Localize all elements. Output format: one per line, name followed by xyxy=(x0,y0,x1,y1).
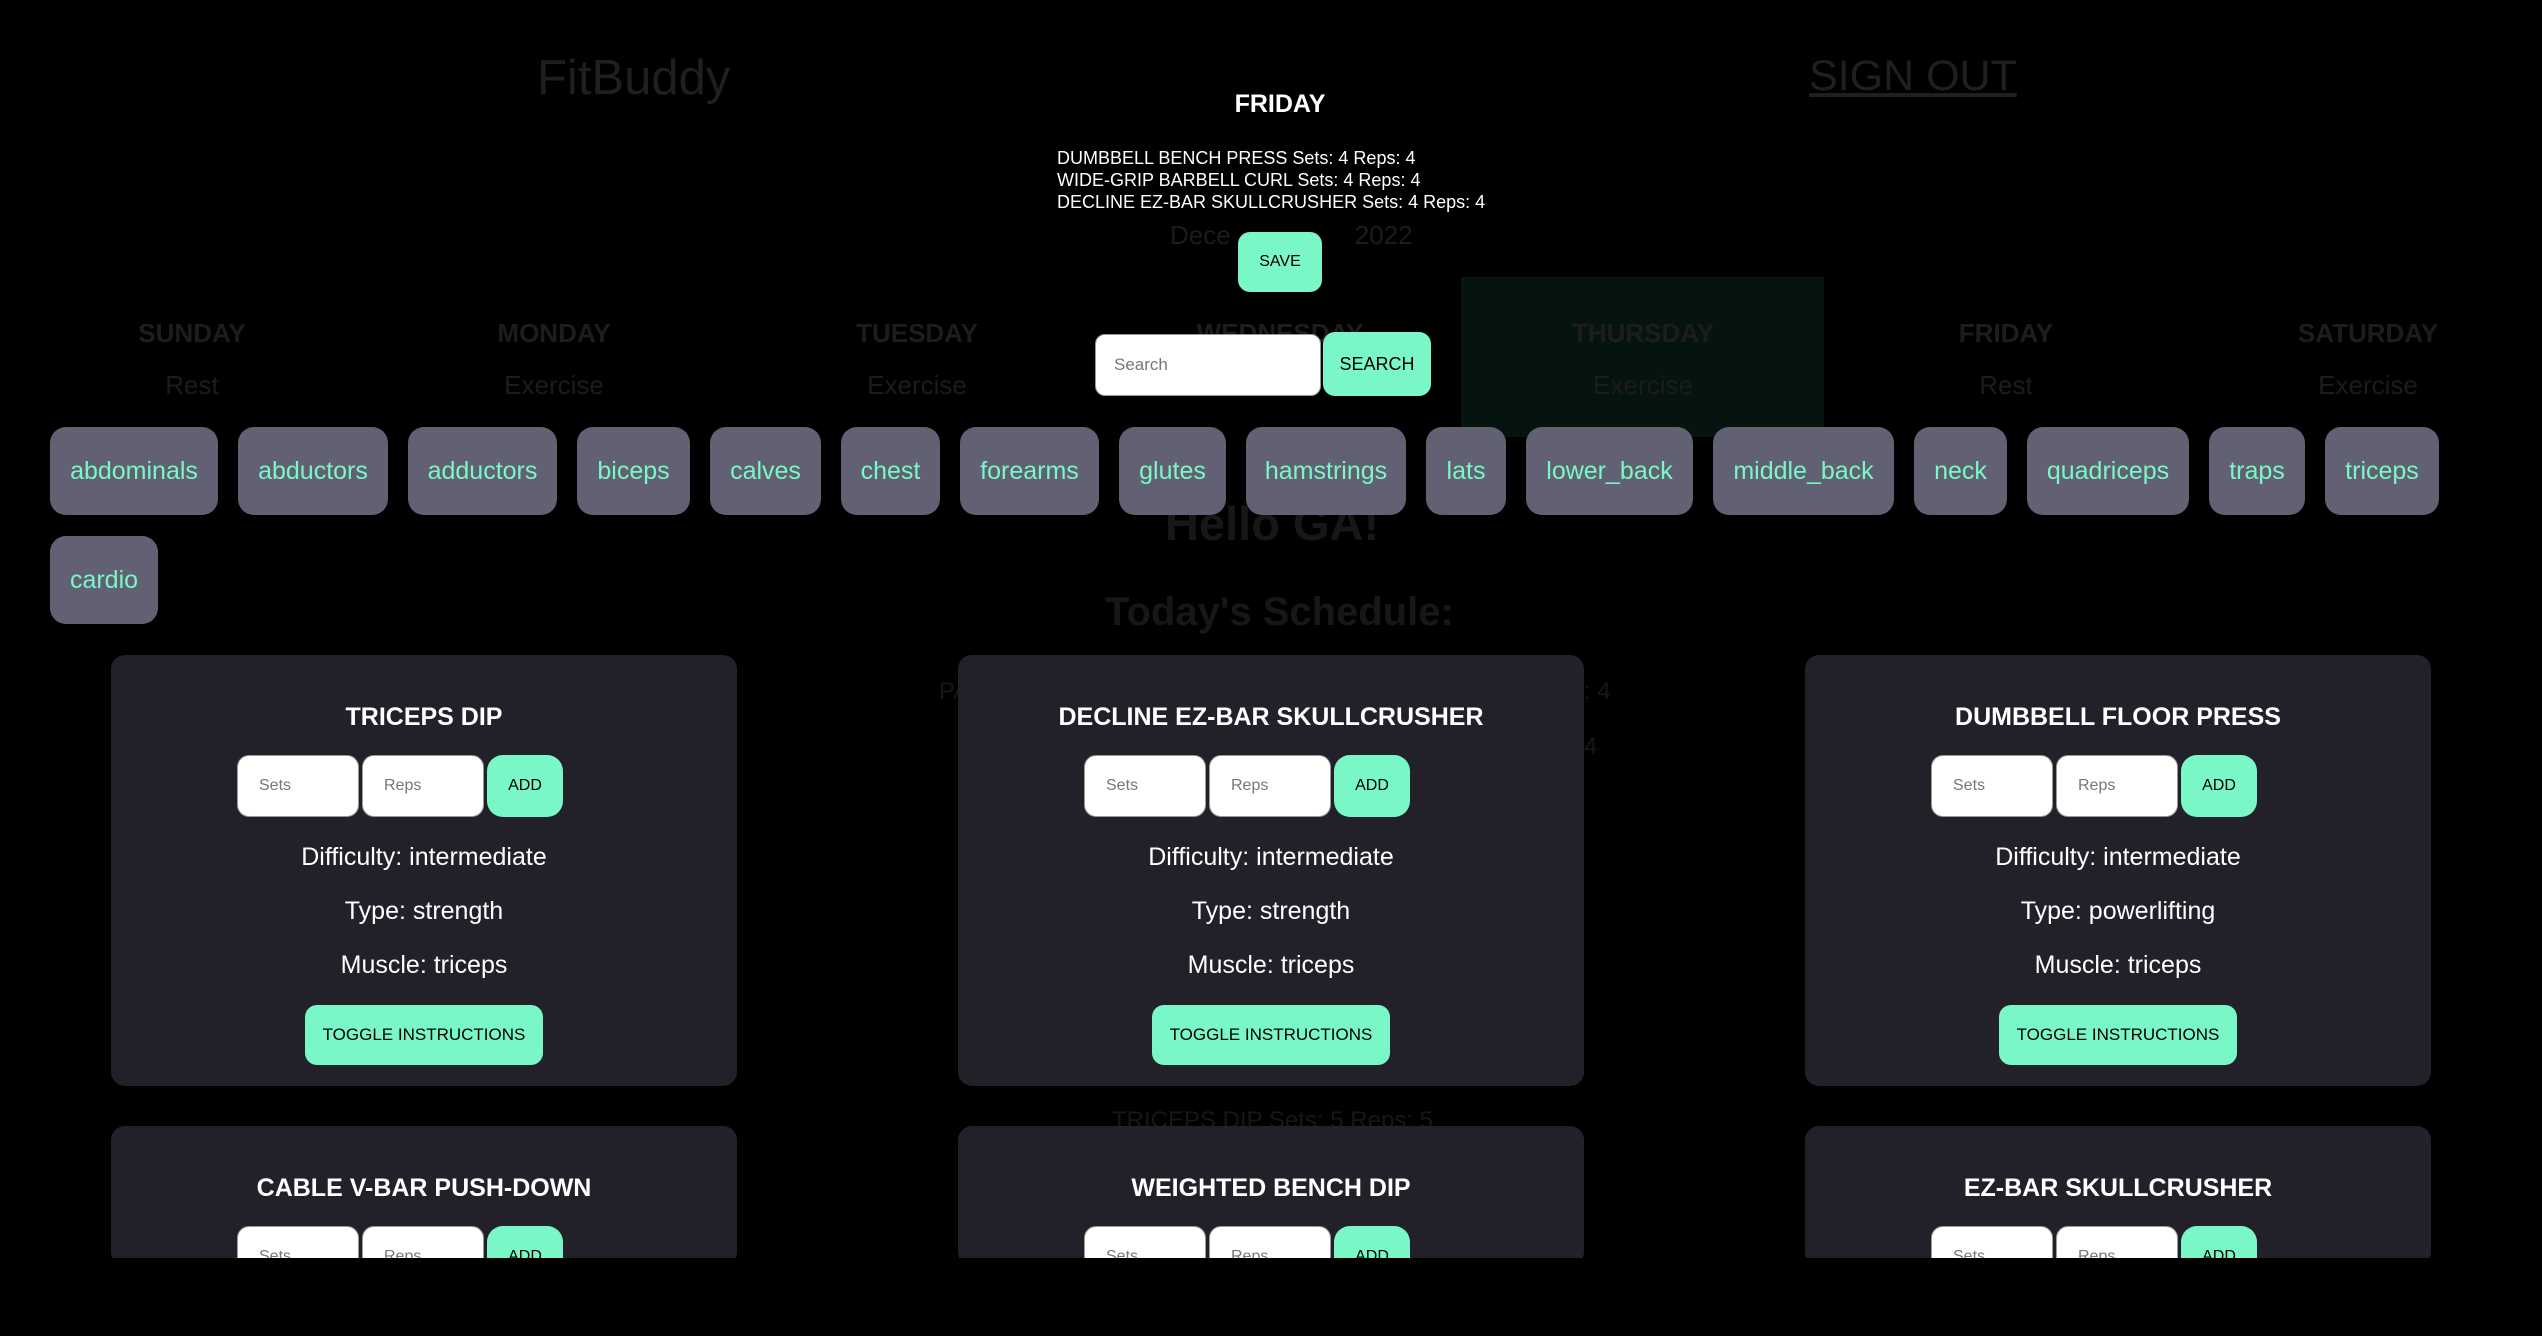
exercise-card: EZ-BAR SKULLCRUSHER ADD xyxy=(1805,1126,2431,1288)
sets-input[interactable] xyxy=(1931,755,2053,817)
exercise-card: WEIGHTED BENCH DIP ADD xyxy=(958,1126,1584,1288)
exercise-card: CABLE V-BAR PUSH-DOWN ADD xyxy=(111,1126,737,1288)
exercise-title: CABLE V-BAR PUSH-DOWN xyxy=(256,1174,592,1202)
muscle-chip-calves[interactable]: calves xyxy=(710,427,821,515)
exercise-muscle: Muscle: triceps xyxy=(1187,951,1355,979)
exercise-card: DECLINE EZ-BAR SKULLCRUSHER ADD Difficul… xyxy=(958,655,1584,1086)
muscle-chip-biceps[interactable]: biceps xyxy=(577,427,690,515)
reps-input[interactable] xyxy=(2056,755,2178,817)
search-button[interactable]: SEARCH xyxy=(1323,332,1431,396)
exercise-title: DUMBBELL FLOOR PRESS xyxy=(1955,703,2281,731)
exercise-title: TRICEPS DIP xyxy=(345,703,503,731)
workout-list-item: WIDE-GRIP BARBELL CURL Sets: 4 Reps: 4 xyxy=(1057,170,1421,190)
sets-input[interactable] xyxy=(237,755,359,817)
exercise-type: Type: strength xyxy=(344,897,504,925)
muscle-chip-abdominals[interactable]: abdominals xyxy=(50,427,218,515)
day-thursday: THURSDAY Exercise xyxy=(1571,318,1715,400)
add-button[interactable]: ADD xyxy=(487,755,563,817)
schedule-heading: Today's Schedule: xyxy=(1105,590,1454,634)
workout-list-item: DECLINE EZ-BAR SKULLCRUSHER Sets: 4 Reps… xyxy=(1057,192,1486,212)
exercise-muscle: Muscle: triceps xyxy=(2034,951,2202,979)
exercise-muscle: Muscle: triceps xyxy=(340,951,508,979)
muscle-chip-triceps[interactable]: triceps xyxy=(2325,427,2439,515)
workout-list-item: DUMBBELL BENCH PRESS Sets: 4 Reps: 4 xyxy=(1057,148,1416,168)
day-monday: MONDAY Exercise xyxy=(497,318,611,400)
day-sunday: SUNDAY Rest xyxy=(138,318,246,400)
exercise-type: Type: powerlifting xyxy=(2020,897,2216,925)
reps-input[interactable] xyxy=(362,755,484,817)
exercise-card: DUMBBELL FLOOR PRESS ADD Difficulty: int… xyxy=(1805,655,2431,1086)
day-saturday: SATURDAY Exercise xyxy=(2297,318,2439,400)
muscle-chip-neck[interactable]: neck xyxy=(1914,427,2007,515)
add-button[interactable]: ADD xyxy=(2181,755,2257,817)
muscle-chip-lower-back[interactable]: lower_back xyxy=(1526,427,1693,515)
workout-list: DUMBBELL BENCH PRESS Sets: 4 Reps: 4 WID… xyxy=(1057,147,1485,213)
muscle-chip-lats[interactable]: lats xyxy=(1426,427,1506,515)
exercise-type: Type: strength xyxy=(1191,897,1351,925)
save-button[interactable]: SAVE xyxy=(1238,232,1322,292)
exercise-difficulty: Difficulty: intermediate xyxy=(1995,843,2241,871)
add-button[interactable]: ADD xyxy=(1334,755,1410,817)
exercise-title: WEIGHTED BENCH DIP xyxy=(1131,1174,1411,1202)
muscle-chip-traps[interactable]: traps xyxy=(2209,427,2305,515)
muscle-chip-chest[interactable]: chest xyxy=(841,427,940,515)
search-input[interactable] xyxy=(1095,334,1321,396)
muscle-chip-hamstrings[interactable]: hamstrings xyxy=(1246,427,1406,515)
exercise-difficulty: Difficulty: intermediate xyxy=(1148,843,1394,871)
exercise-card: TRICEPS DIP ADD Difficulty: intermediate… xyxy=(111,655,737,1086)
muscle-chip-forearms[interactable]: forearms xyxy=(960,427,1099,515)
brand-logo: FitBuddy xyxy=(537,51,731,105)
muscle-chip-adductors[interactable]: adductors xyxy=(408,427,557,515)
exercise-title: EZ-BAR SKULLCRUSHER xyxy=(1963,1174,2273,1202)
toggle-instructions-button[interactable]: TOGGLE INSTRUCTIONS xyxy=(305,1005,543,1065)
muscle-chip-middle-back[interactable]: middle_back xyxy=(1713,427,1894,515)
schedule-fragment: 4 xyxy=(1584,733,1598,760)
reps-input[interactable] xyxy=(1209,755,1331,817)
day-friday: FRIDAY Rest xyxy=(1958,318,2054,400)
sign-out-link: SIGN OUT xyxy=(1809,52,2017,100)
muscle-chip-glutes[interactable]: glutes xyxy=(1119,427,1226,515)
modal-bottom-edge xyxy=(0,1258,2542,1336)
muscle-chip-cardio[interactable]: cardio xyxy=(50,536,158,624)
exercise-title: DECLINE EZ-BAR SKULLCRUSHER xyxy=(1058,703,1484,731)
day-tuesday: TUESDAY Exercise xyxy=(856,318,978,400)
exercise-difficulty: Difficulty: intermediate xyxy=(301,843,547,871)
modal-day-title: FRIDAY xyxy=(1234,90,1326,118)
toggle-instructions-button[interactable]: TOGGLE INSTRUCTIONS xyxy=(1999,1005,2237,1065)
sets-input[interactable] xyxy=(1084,755,1206,817)
muscle-chip-abductors[interactable]: abductors xyxy=(238,427,388,515)
muscle-chip-quadriceps[interactable]: quadriceps xyxy=(2027,427,2189,515)
toggle-instructions-button[interactable]: TOGGLE INSTRUCTIONS xyxy=(1152,1005,1390,1065)
